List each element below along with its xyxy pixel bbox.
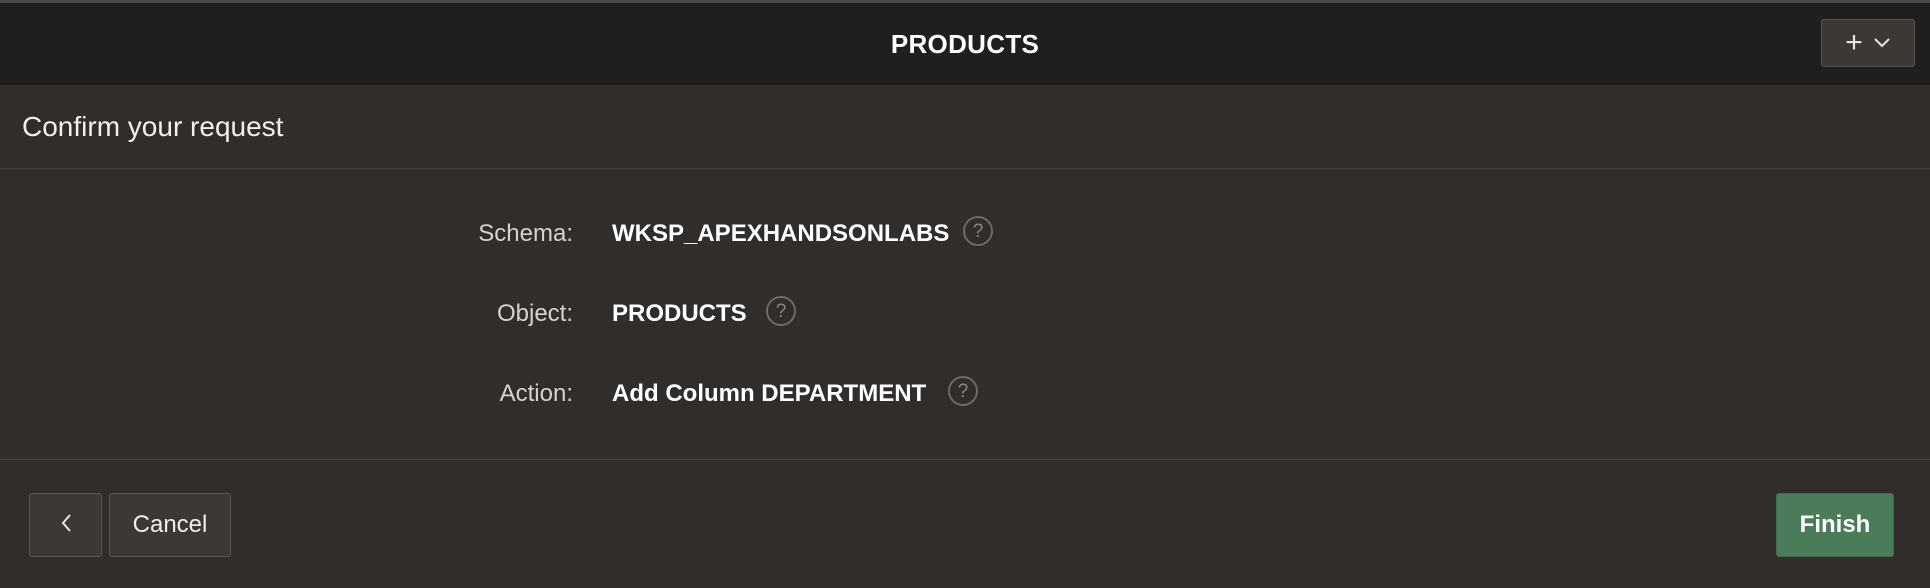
schema-row: Schema: WKSP_APEXHANDSONLABS ? <box>0 214 1930 254</box>
page-title: Confirm your request <box>22 111 284 142</box>
add-menu-button[interactable]: + <box>1821 19 1915 67</box>
chevron-left-icon <box>60 513 72 538</box>
action-label: Action: <box>499 380 573 407</box>
previous-button[interactable] <box>29 493 102 557</box>
cancel-button[interactable]: Cancel <box>109 493 231 557</box>
object-row: Object: PRODUCTS ? <box>0 294 1930 334</box>
region-title: PRODUCTS <box>890 29 1040 59</box>
schema-label: Schema: <box>478 220 573 247</box>
action-row: Action: Add Column DEPARTMENT ? <box>0 374 1930 414</box>
finish-button[interactable]: Finish <box>1776 493 1894 557</box>
object-label: Object: <box>496 300 573 327</box>
schema-value: WKSP_APEXHANDSONLABS <box>612 220 950 247</box>
help-icon[interactable]: ? <box>963 216 993 246</box>
object-value: PRODUCTS <box>612 300 747 327</box>
help-icon[interactable]: ? <box>766 296 796 326</box>
chevron-down-icon <box>1873 37 1891 49</box>
plus-icon: + <box>1845 26 1863 59</box>
help-icon[interactable]: ? <box>948 376 978 406</box>
button-bar: Cancel Finish <box>0 459 1930 588</box>
region-header: PRODUCTS + <box>0 3 1930 85</box>
confirm-header: Confirm your request <box>0 85 1930 169</box>
action-value: Add Column DEPARTMENT <box>612 380 927 407</box>
